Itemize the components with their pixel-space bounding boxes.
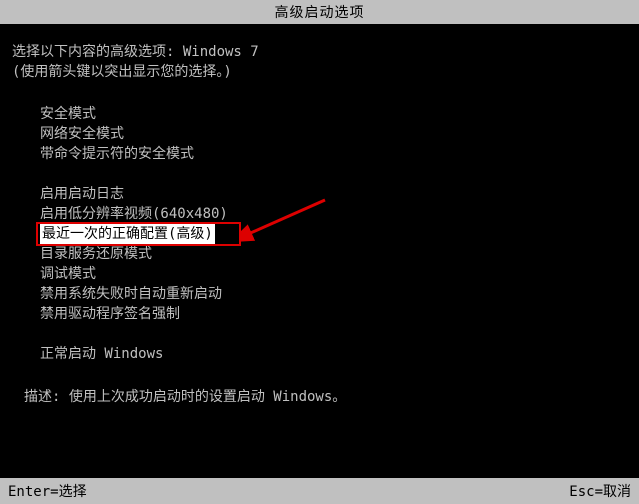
intro-line-2: (使用箭头键以突出显示您的选择。) — [12, 62, 627, 82]
footer-esc-hint: Esc=取消 — [569, 481, 631, 501]
intro-line-1: 选择以下内容的高级选项: Windows 7 — [12, 42, 627, 62]
menu-item-disable-auto-restart[interactable]: 禁用系统失败时自动重新启动 — [40, 284, 627, 304]
menu-item-low-res-video[interactable]: 启用低分辨率视频(640x480) — [40, 204, 627, 224]
spacer — [40, 164, 627, 184]
selected-highlight: 最近一次的正确配置(高级) — [40, 224, 215, 244]
menu-item-safe-mode-command[interactable]: 带命令提示符的安全模式 — [40, 144, 627, 164]
menu-item-start-normally[interactable]: 正常启动 Windows — [40, 344, 627, 364]
intro-block: 选择以下内容的高级选项: Windows 7 (使用箭头键以突出显示您的选择。) — [12, 42, 627, 82]
menu-item-boot-logging[interactable]: 启用启动日志 — [40, 184, 627, 204]
boot-menu: 安全模式 网络安全模式 带命令提示符的安全模式 启用启动日志 启用低分辨率视频(… — [12, 104, 627, 364]
menu-item-directory-restore[interactable]: 目录服务还原模式 — [40, 244, 627, 264]
spacer — [40, 324, 627, 344]
menu-item-safe-mode[interactable]: 安全模式 — [40, 104, 627, 124]
footer-bar: Enter=选择 Esc=取消 — [0, 478, 639, 504]
title-text: 高级启动选项 — [275, 5, 365, 21]
menu-item-safe-mode-networking[interactable]: 网络安全模式 — [40, 124, 627, 144]
menu-item-disable-driver-sig[interactable]: 禁用驱动程序签名强制 — [40, 304, 627, 324]
description-line: 描述: 使用上次成功启动时的设置启动 Windows。 — [24, 386, 627, 406]
menu-item-debug-mode[interactable]: 调试模式 — [40, 264, 627, 284]
content-area: 选择以下内容的高级选项: Windows 7 (使用箭头键以突出显示您的选择。)… — [0, 24, 639, 406]
menu-item-last-known-good[interactable]: 最近一次的正确配置(高级) — [12, 224, 627, 244]
footer-enter-hint: Enter=选择 — [8, 481, 87, 501]
title-bar: 高级启动选项 — [0, 0, 639, 24]
